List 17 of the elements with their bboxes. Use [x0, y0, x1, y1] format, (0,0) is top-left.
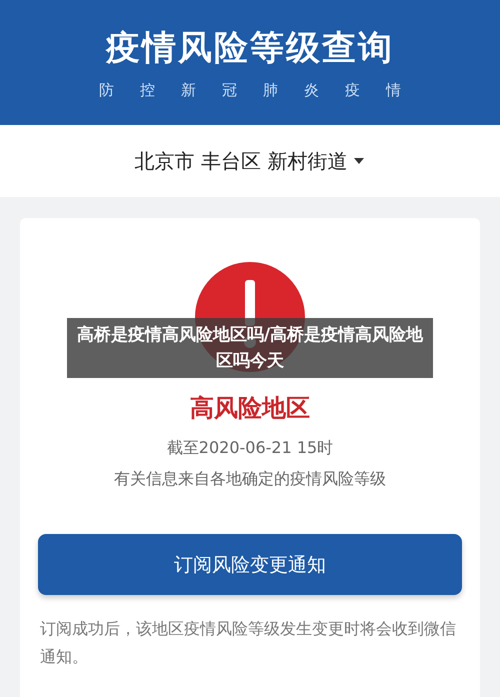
subscribe-note: 订阅成功后，该地区疫情风险等级发生变更时将会收到微信通知。 [40, 618, 457, 668]
subtitle-char: 肺 [263, 81, 278, 100]
subtitle-char: 情 [386, 81, 401, 100]
location-selector[interactable]: 北京市 丰台区 新村街道 [0, 125, 500, 197]
subtitle-char: 疫 [345, 81, 360, 100]
caption-banner: 高桥是疫情高风险地区吗/高桥是疫情高风险地区吗今天 [67, 318, 433, 378]
subscribe-button[interactable]: 订阅风险变更通知 [38, 534, 462, 595]
page-title: 疫情风险等级查询 [106, 27, 394, 70]
source-note: 有关信息来自各地确定的疫情风险等级 [114, 469, 386, 490]
risk-level: 高风险地区 [190, 393, 310, 424]
subtitle-char: 防 [99, 81, 114, 100]
subtitle-char: 控 [140, 81, 155, 100]
update-time: 截至2020-06-21 15时 [166, 438, 334, 459]
subtitle-char: 炎 [304, 81, 319, 100]
subtitle-char: 冠 [222, 81, 237, 100]
subtitle-char: 新 [181, 81, 196, 100]
caret-icon [353, 157, 366, 165]
